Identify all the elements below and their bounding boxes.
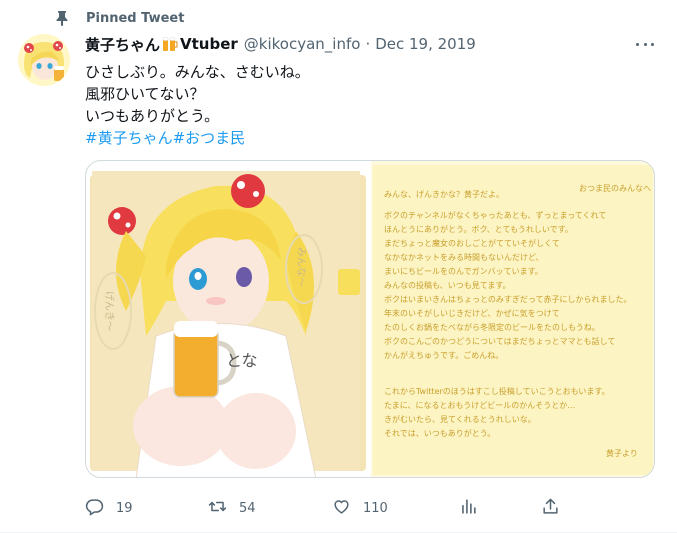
letter-line: ボクはいまいきんはちょっとのみすぎだって赤子にしかられました。 bbox=[384, 294, 632, 304]
letter-line: みんな、げんきかな？黄子だよ。 bbox=[384, 189, 504, 199]
retweet-button[interactable]: 54 bbox=[208, 497, 256, 519]
media-illustration: とな げんき〜 みんな〜 おつま民のみんなへ みんな、げんきかな？黄子だよ。 ボ… bbox=[86, 161, 654, 477]
share-button[interactable] bbox=[541, 497, 560, 519]
avatar[interactable] bbox=[18, 34, 70, 86]
pin-icon bbox=[55, 10, 69, 26]
reply-count: 19 bbox=[116, 500, 133, 516]
tweet-header: 黄子ちゃん Vtuber @kikocyan_info · Dec 19, 20… bbox=[85, 34, 476, 54]
bubble-right-text: みんな〜 bbox=[295, 247, 307, 287]
sweater-text: とな bbox=[226, 351, 258, 370]
reply-icon bbox=[85, 497, 104, 520]
letter-line: きがむいたら、見てくれるとうれしいな。 bbox=[384, 414, 536, 424]
tweet-line: いつもありがとう。 bbox=[85, 107, 220, 125]
display-name-suffix[interactable]: Vtuber bbox=[180, 35, 238, 53]
letter-line: なかなかネットをみる時間もないんだけど、 bbox=[384, 253, 544, 262]
letter-line: ボクのチャンネルがなくちゃったあとも、ずっとまってくれて bbox=[384, 210, 606, 220]
like-icon bbox=[332, 497, 351, 520]
letter-line: かんがえちゅうです。ごめんね。 bbox=[384, 350, 503, 360]
action-bar: 19 54 110 bbox=[85, 497, 565, 519]
more-icon[interactable] bbox=[634, 36, 656, 52]
pinned-label: Pinned Tweet bbox=[86, 10, 185, 26]
hashtag-row: #黄子ちゃん#おつま民 bbox=[85, 127, 310, 149]
letter-header-right: おつま民のみんなへ bbox=[579, 184, 651, 193]
letter-line: まだちょっと魔女のおしごとがてていそがしくて bbox=[384, 238, 560, 248]
letter-line: ボクのこんごのかつどうについてはまだちょっとママとも話して bbox=[384, 336, 615, 346]
letter-line: これからTwitterのほうはすこし投稿していこうとおもいます。 bbox=[384, 386, 610, 396]
hashtag-link[interactable]: #黄子ちゃん bbox=[85, 129, 173, 147]
share-icon bbox=[541, 497, 560, 520]
letter-line: たまに、になるとおもうけどビールのかんそうとか… bbox=[384, 401, 575, 410]
display-name[interactable]: 黄子ちゃん bbox=[85, 34, 160, 55]
header-separator: · bbox=[365, 35, 371, 53]
reply-button[interactable]: 19 bbox=[85, 497, 133, 519]
tweet-media-image[interactable]: とな げんき〜 みんな〜 おつま民のみんなへ みんな、げんきかな？黄子だよ。 ボ… bbox=[85, 160, 655, 478]
letter-line: それでは、いつもありがとう。 bbox=[384, 428, 495, 438]
retweet-icon bbox=[208, 497, 227, 520]
tweet-date[interactable]: Dec 19, 2019 bbox=[375, 35, 476, 53]
beer-emoji-icon bbox=[161, 35, 179, 53]
letter-signature: 黄子より bbox=[606, 448, 638, 458]
views-icon bbox=[459, 497, 478, 520]
author-handle[interactable]: @kikocyan_info bbox=[244, 35, 361, 53]
letter-line: ほんとうにありがとう。ボク、とてもうれしいです。 bbox=[384, 224, 573, 234]
pinned-tweet[interactable]: Pinned Tweet 黄子ちゃん Vtuber @kikocyan_info… bbox=[0, 0, 677, 533]
pinned-indicator: Pinned Tweet bbox=[55, 9, 184, 27]
tweet-text: ひさしぶり。みんな、さむいね。 風邪ひいてない？ いつもありがとう。 #黄子ちゃ… bbox=[85, 61, 310, 149]
tweet-line: 風邪ひいてない？ bbox=[85, 85, 205, 103]
letter-line: たのしくお鍋をたべながら冬限定のビールをたのしもうね。 bbox=[384, 322, 600, 332]
retweet-count: 54 bbox=[239, 500, 256, 516]
views-button[interactable] bbox=[459, 497, 478, 519]
letter-line: まいにちビールをのんでガンバッています。 bbox=[384, 266, 543, 276]
bubble-left-text: げんき〜 bbox=[103, 291, 115, 331]
hashtag-link[interactable]: #おつま民 bbox=[173, 129, 246, 147]
letter-line: みんなの投稿も、いつも見てます。 bbox=[384, 280, 511, 290]
letter-line: 年末のいそがしいじきだけど、かぜに気をつけて bbox=[384, 308, 560, 318]
like-button[interactable]: 110 bbox=[332, 497, 388, 519]
like-count: 110 bbox=[363, 500, 388, 516]
tweet-line: ひさしぶり。みんな、さむいね。 bbox=[85, 63, 310, 81]
